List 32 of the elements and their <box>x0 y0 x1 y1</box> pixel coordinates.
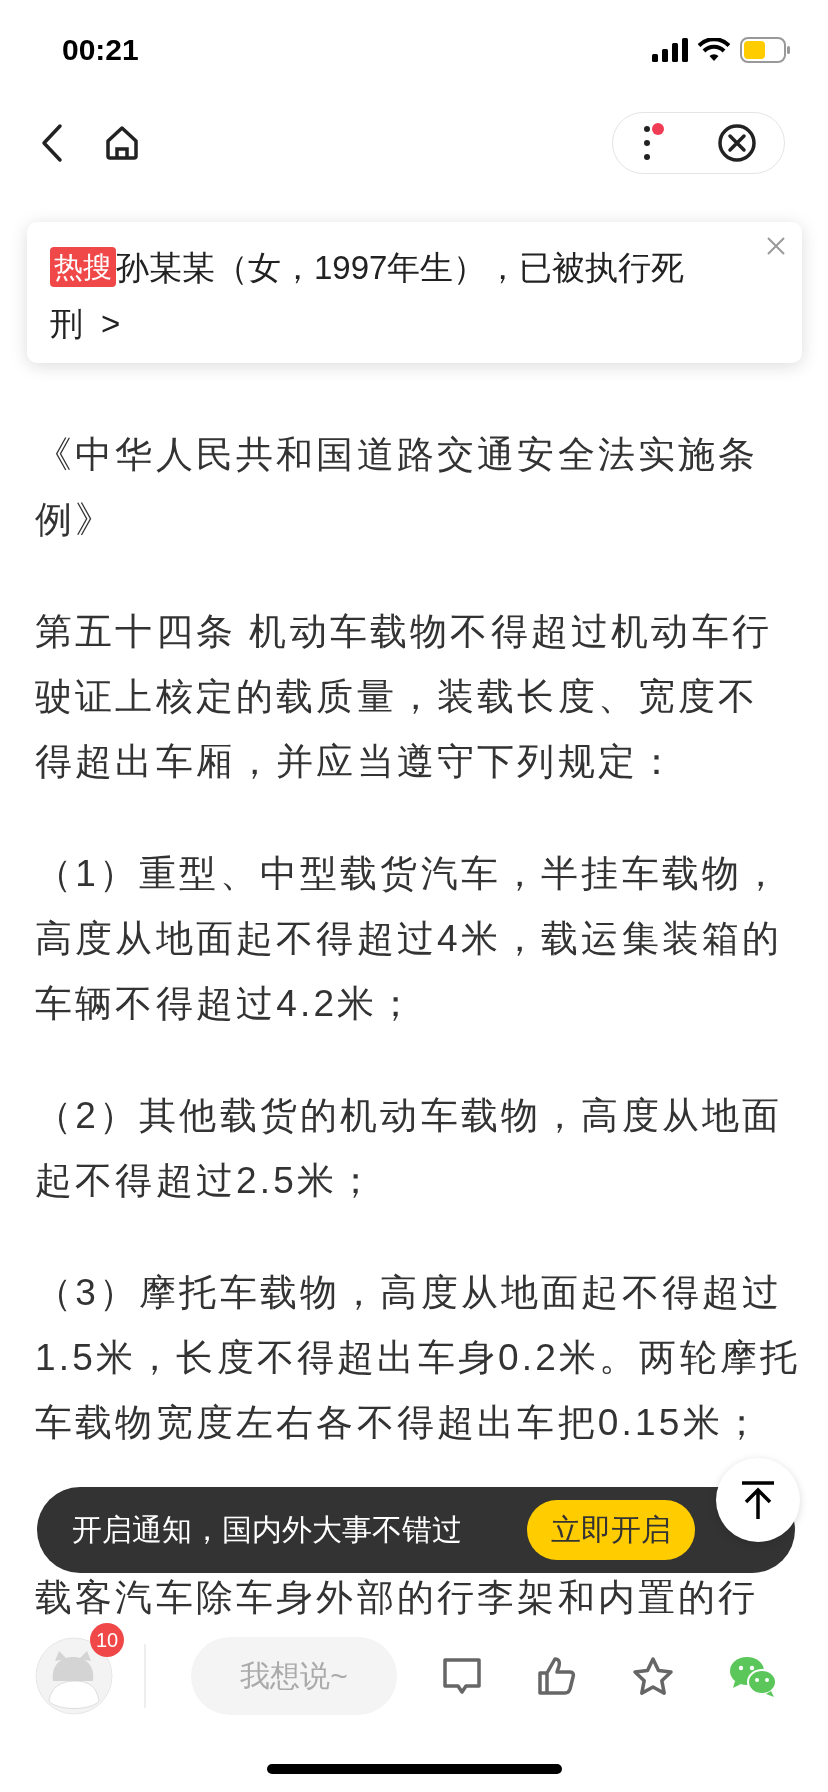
article-text: 得超出车厢，并应当遵守下列规定： <box>35 740 679 784</box>
arrow-text[interactable]: > <box>101 305 121 342</box>
article-text: 驶证上核定的载质量，装载长度、宽度不 <box>35 675 759 719</box>
article-text: （3）摩托车载物，高度从地面起不得超过 <box>35 1271 783 1315</box>
article-text: 第五十四条 机动车载物不得超过机动车行 <box>35 610 773 654</box>
enable-button[interactable]: 立即开启 <box>527 1500 695 1560</box>
article-text: 车辆不得超过4.2米； <box>35 982 418 1026</box>
count-badge: 10 <box>90 1623 124 1657</box>
article-text: （1）重型、中型载货汽车，半挂车载物， <box>35 852 783 896</box>
headline-text[interactable]: 孙某某（女，1997年生），已被执行死 <box>116 249 685 286</box>
wifi-icon <box>698 38 730 62</box>
star-icon[interactable] <box>632 1656 674 1696</box>
hot-search-badge: 热搜 <box>50 247 116 287</box>
close-icon[interactable] <box>717 122 758 163</box>
headline-text[interactable]: 刑 <box>50 305 83 342</box>
article-text: 车载物宽度左右各不得超出车把0.15米； <box>35 1401 763 1445</box>
article-text: 高度从地面起不得超过4米，载运集装箱的 <box>35 917 783 961</box>
article-text: 《中华人民共和国道路交通安全法实施条 <box>35 433 759 477</box>
signal-icon <box>652 38 688 62</box>
home-icon[interactable] <box>104 124 140 161</box>
arrow-up-icon[interactable] <box>740 1480 776 1520</box>
status-time: 00:21 <box>62 33 139 67</box>
thumbs-up-icon[interactable] <box>537 1656 577 1696</box>
article-text: （2）其他载货的机动车载物，高度从地面 <box>35 1094 783 1138</box>
comment-icon[interactable] <box>442 1656 482 1696</box>
battery-icon <box>740 37 790 63</box>
article-text: 起不得超过2.5米； <box>35 1159 378 1203</box>
article-text: 载客汽车除车身外部的行李架和内置的行 <box>35 1576 759 1620</box>
back-icon[interactable] <box>40 122 64 163</box>
toast-text: 开启通知，国内外大事不错过 <box>72 1511 463 1548</box>
article-text: 1.5米，长度不得超出车身0.2米。两轮摩托 <box>35 1336 801 1380</box>
article-text: 例》 <box>35 498 116 542</box>
